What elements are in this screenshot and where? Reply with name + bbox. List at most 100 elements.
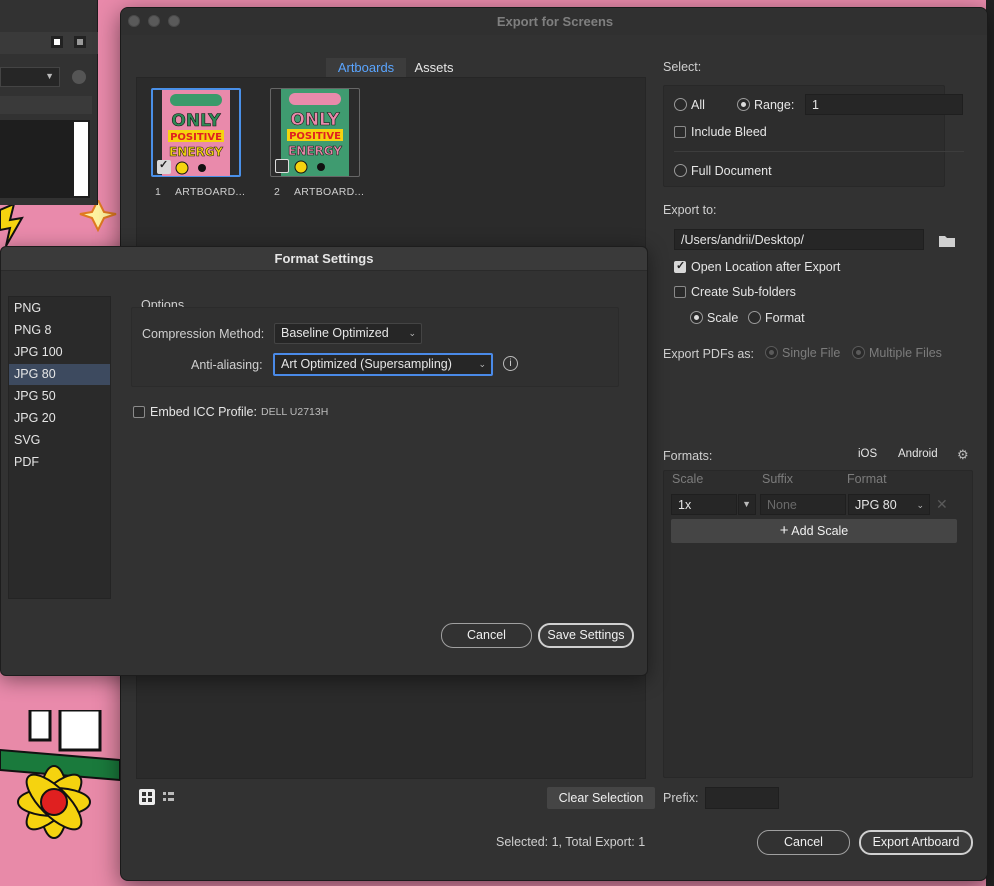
export-to-label: Export to: bbox=[663, 203, 717, 217]
prefix-label: Prefix: bbox=[663, 791, 699, 805]
gear-icon[interactable]: ⚙ bbox=[957, 448, 971, 462]
antialiasing-value: Art Optimized (Supersampling) bbox=[281, 357, 452, 371]
panel-row bbox=[0, 96, 92, 114]
antialiasing-select[interactable]: Art Optimized (Supersampling) ⌄ bbox=[273, 353, 493, 376]
clear-selection-button[interactable]: Clear Selection bbox=[547, 787, 655, 809]
format-item-jpg20[interactable]: JPG 20 bbox=[9, 408, 110, 429]
svg-text:ONLY: ONLY bbox=[290, 110, 340, 130]
format-item-jpg50[interactable]: JPG 50 bbox=[9, 386, 110, 407]
artboard-1-number: 1 bbox=[155, 186, 162, 198]
stroke-swatch-icon[interactable] bbox=[51, 36, 63, 48]
icc-profile-name: DELL U2713H bbox=[261, 406, 329, 418]
include-bleed-label: Include Bleed bbox=[691, 125, 767, 139]
scale-input[interactable]: 1x bbox=[671, 494, 737, 515]
export-path-field[interactable]: /Users/andrii/Desktop/ bbox=[674, 229, 924, 250]
format-item-jpg80[interactable]: JPG 80 bbox=[9, 364, 110, 385]
prefix-input[interactable] bbox=[705, 787, 779, 809]
full-document-radio[interactable] bbox=[674, 164, 687, 177]
create-subfolders-checkbox[interactable] bbox=[674, 286, 686, 298]
format-list: PNG PNG 8 JPG 100 JPG 80 JPG 50 JPG 20 S… bbox=[8, 296, 111, 599]
compression-label: Compression Method: bbox=[142, 327, 265, 341]
artboard-1-name: ARTBOARD... bbox=[175, 186, 246, 198]
artboard-1-checkbox[interactable] bbox=[157, 158, 171, 174]
range-radio-label: Range: bbox=[754, 98, 795, 112]
export-artboard-button[interactable]: Export Artboard bbox=[859, 830, 973, 855]
format-select-value: JPG 80 bbox=[855, 498, 897, 512]
panel-scroll-area[interactable] bbox=[74, 122, 88, 196]
globe-icon[interactable] bbox=[72, 70, 86, 84]
open-location-label: Open Location after Export bbox=[691, 260, 841, 274]
format-item-png[interactable]: PNG bbox=[9, 298, 110, 319]
fill-swatch-icon[interactable] bbox=[74, 36, 86, 48]
open-location-checkbox[interactable] bbox=[674, 259, 686, 273]
scale-dropdown-button[interactable]: ▼ bbox=[738, 494, 756, 515]
remove-scale-icon[interactable]: ✕ bbox=[936, 496, 948, 513]
suffix-input[interactable]: None bbox=[760, 494, 846, 515]
all-radio[interactable] bbox=[674, 98, 687, 111]
info-icon[interactable]: i bbox=[503, 356, 518, 371]
formats-label: Formats: bbox=[663, 449, 713, 463]
chevron-down-icon: ⌄ bbox=[408, 328, 416, 338]
format-item-svg[interactable]: SVG bbox=[9, 430, 110, 451]
add-scale-label: Add Scale bbox=[791, 524, 849, 538]
add-scale-button[interactable]: + Add Scale bbox=[671, 519, 957, 543]
tool-panel: ▼ bbox=[0, 0, 98, 205]
compression-select[interactable]: Baseline Optimized ⌄ bbox=[274, 323, 422, 344]
flower-decoration bbox=[0, 710, 120, 886]
single-file-label: Single File bbox=[782, 346, 841, 360]
multiple-files-label: Multiple Files bbox=[869, 346, 942, 360]
artboard-thumbnail-2[interactable]: ONLY POSITIVE ENERGY bbox=[270, 88, 360, 177]
svg-text:POSITIVE: POSITIVE bbox=[170, 132, 222, 143]
tab-artboards[interactable]: Artboards bbox=[326, 58, 406, 77]
create-subfolders-label: Create Sub-folders bbox=[691, 285, 796, 299]
artboard-1-art: ONLY POSITIVE ENERGY bbox=[162, 90, 230, 176]
range-radio[interactable] bbox=[737, 98, 750, 111]
chevron-down-icon: ▼ bbox=[742, 499, 751, 509]
format-item-png8[interactable]: PNG 8 bbox=[9, 320, 110, 341]
format-item-pdf[interactable]: PDF bbox=[9, 452, 110, 473]
cancel-button[interactable]: Cancel bbox=[757, 830, 850, 855]
subfolder-scale-radio[interactable] bbox=[690, 311, 703, 324]
list-view-icon[interactable] bbox=[161, 789, 177, 805]
scale-column-header: Scale bbox=[672, 472, 704, 486]
svg-text:ENERGY: ENERGY bbox=[169, 145, 223, 159]
subfolder-format-label: Format bbox=[765, 311, 805, 325]
format-settings-title: Format Settings bbox=[1, 247, 647, 271]
svg-text:ONLY: ONLY bbox=[171, 111, 221, 131]
single-file-radio[interactable] bbox=[765, 346, 778, 359]
save-settings-button[interactable]: Save Settings bbox=[538, 623, 634, 648]
subfolder-scale-label: Scale bbox=[707, 311, 739, 325]
format-select[interactable]: JPG 80 ⌄ bbox=[848, 494, 930, 515]
embed-icc-checkbox[interactable] bbox=[133, 406, 145, 418]
artboard-2-name: ARTBOARD... bbox=[294, 186, 365, 198]
embed-icc-label: Embed ICC Profile: bbox=[150, 405, 257, 419]
formats-table bbox=[663, 470, 973, 778]
plus-icon: + bbox=[779, 522, 789, 539]
multiple-files-radio[interactable] bbox=[852, 346, 865, 359]
range-input[interactable]: 1 bbox=[805, 94, 963, 115]
panel-dropdown[interactable]: ▼ bbox=[0, 67, 60, 87]
format-column-header: Format bbox=[847, 472, 887, 486]
chevron-down-icon: ⌄ bbox=[916, 500, 924, 510]
subfolder-format-radio[interactable] bbox=[748, 311, 761, 324]
format-item-jpg100[interactable]: JPG 100 bbox=[9, 342, 110, 363]
antialiasing-label: Anti-aliasing: bbox=[191, 358, 263, 372]
tab-assets[interactable]: Assets bbox=[406, 58, 462, 77]
format-cancel-button[interactable]: Cancel bbox=[441, 623, 532, 648]
dialog-title: Export for Screens bbox=[496, 14, 614, 29]
select-label: Select: bbox=[663, 60, 702, 74]
chevron-down-icon: ▼ bbox=[45, 71, 54, 81]
artboard-thumbnail-1[interactable]: ONLY POSITIVE ENERGY bbox=[151, 88, 241, 177]
include-bleed-checkbox[interactable] bbox=[674, 126, 686, 138]
format-settings-dialog: Format Settings PNG PNG 8 JPG 100 JPG 80… bbox=[0, 246, 648, 676]
suffix-column-header: Suffix bbox=[762, 472, 794, 486]
folder-icon[interactable] bbox=[938, 234, 956, 248]
svg-text:POSITIVE: POSITIVE bbox=[289, 131, 341, 142]
android-button[interactable]: Android bbox=[898, 448, 938, 460]
ios-button[interactable]: iOS bbox=[858, 448, 877, 460]
select-divider bbox=[674, 151, 964, 152]
artboard-2-checkbox[interactable] bbox=[275, 159, 289, 173]
grid-view-icon[interactable] bbox=[139, 789, 155, 805]
all-radio-label: All bbox=[691, 98, 705, 112]
export-status: Selected: 1, Total Export: 1 bbox=[496, 835, 646, 849]
